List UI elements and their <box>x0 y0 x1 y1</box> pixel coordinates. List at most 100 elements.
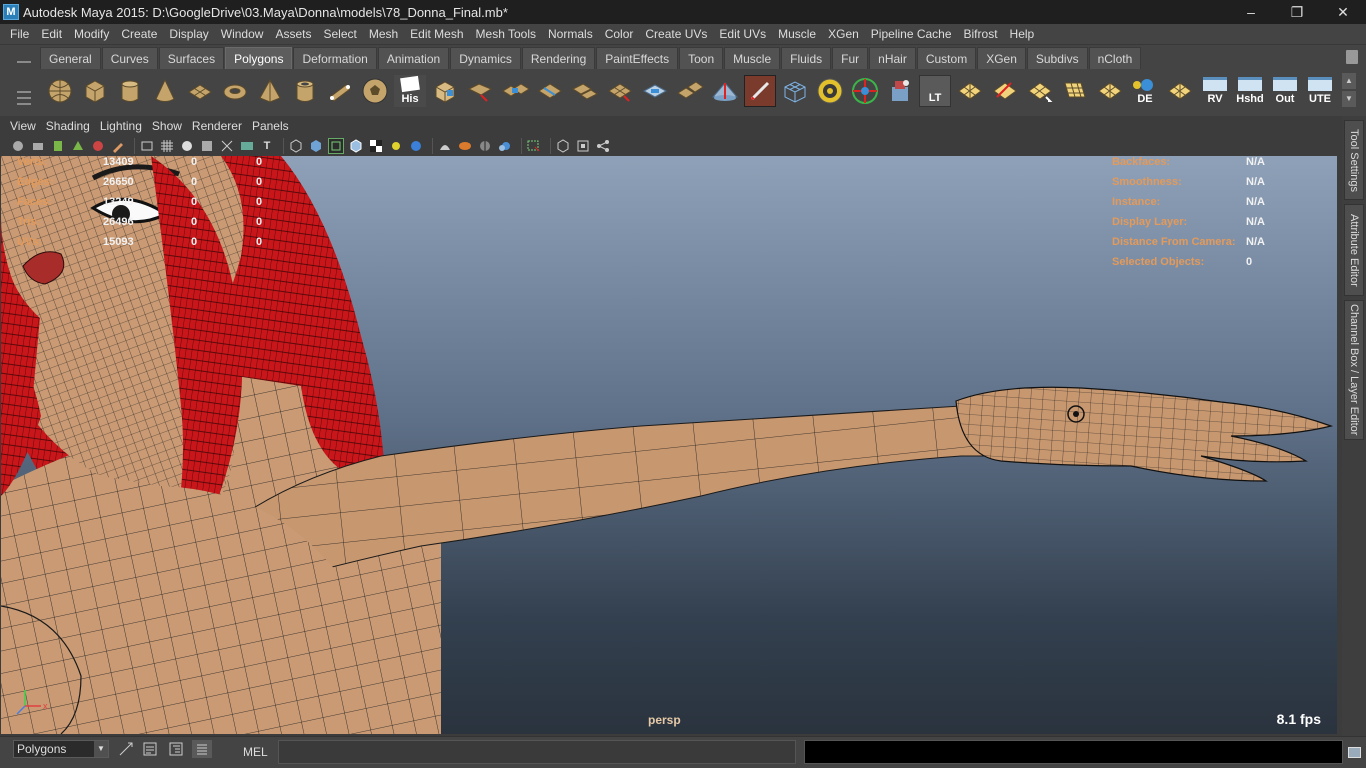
menu-normals[interactable]: Normals <box>542 24 599 44</box>
bridge-icon[interactable] <box>464 75 496 107</box>
poly-sphere-icon[interactable] <box>44 75 76 107</box>
mesh-tool-e-icon[interactable] <box>1094 75 1126 107</box>
cube-textured-icon[interactable] <box>348 138 364 154</box>
shelf-scroll[interactable]: ▲ ▼ <box>1342 73 1356 107</box>
shelf-tab-toon[interactable]: Toon <box>679 47 724 69</box>
lights-icon[interactable] <box>388 138 404 154</box>
mesh-tool-c-icon[interactable] <box>1024 75 1056 107</box>
3d-viewport[interactable]: Verts: 13409 0 0 Edges: 26650 0 0 Faces:… <box>1 156 1337 734</box>
mesh-tool-f-icon[interactable] <box>1164 75 1196 107</box>
smooth-shade-icon[interactable] <box>179 138 195 154</box>
extrude-icon[interactable] <box>429 75 461 107</box>
close-icon[interactable]: ✕ <box>1320 0 1366 24</box>
shelf-tab-surfaces[interactable]: Surfaces <box>158 47 225 69</box>
cube-shaded-icon[interactable] <box>308 138 324 154</box>
ute-icon[interactable]: UTE <box>1304 75 1336 107</box>
restore-icon[interactable]: ❐ <box>1274 0 1320 24</box>
minimize-icon[interactable]: – <box>1228 0 1274 24</box>
soccer-ball-icon[interactable] <box>359 75 391 107</box>
trash-icon[interactable] <box>1346 50 1358 64</box>
help-line-icon[interactable] <box>1348 747 1361 758</box>
de-icon[interactable]: DE <box>1129 75 1161 107</box>
camera-attributes-icon[interactable] <box>30 138 46 154</box>
menu-assets[interactable]: Assets <box>269 24 317 44</box>
poly-pyramid-icon[interactable] <box>254 75 286 107</box>
wireframe-icon[interactable] <box>139 138 155 154</box>
insert-edge-loop-icon[interactable] <box>534 75 566 107</box>
poly-cylinder-icon[interactable] <box>114 75 146 107</box>
menu-select[interactable]: Select <box>317 24 362 44</box>
shelf-tab-polygons[interactable]: Polygons <box>225 47 293 69</box>
scroll-down-icon[interactable]: ▼ <box>1342 91 1356 107</box>
menu-set-select[interactable]: Polygons ▼ <box>13 740 109 758</box>
mesh-tool-a-icon[interactable] <box>954 75 986 107</box>
poly-plane-icon[interactable] <box>184 75 216 107</box>
combine-icon[interactable] <box>639 75 671 107</box>
menu-mesh[interactable]: Mesh <box>363 24 404 44</box>
menu-window[interactable]: Window <box>215 24 270 44</box>
shelf-tab-muscle[interactable]: Muscle <box>724 47 781 69</box>
shelf-tab-general[interactable]: General <box>40 47 101 69</box>
panel-menu-renderer[interactable]: Renderer <box>187 116 247 136</box>
shelf-grip-icon[interactable] <box>13 51 35 111</box>
menu-bifrost[interactable]: Bifrost <box>958 24 1004 44</box>
shelf-tab-custom[interactable]: Custom <box>916 47 977 69</box>
depth-of-field-icon[interactable] <box>497 138 513 154</box>
menu-mesh-tools[interactable]: Mesh Tools <box>470 24 542 44</box>
tab-attribute-editor[interactable]: Attribute Editor <box>1344 204 1364 296</box>
menu-help[interactable]: Help <box>1004 24 1041 44</box>
shelf-tab-deformation[interactable]: Deformation <box>293 47 377 69</box>
gate-mask-icon[interactable] <box>575 138 591 154</box>
camera-select-icon[interactable] <box>10 138 26 154</box>
resolution-gate-icon[interactable] <box>555 138 571 154</box>
poly-torus-icon[interactable] <box>219 75 251 107</box>
shelf-tab-curves[interactable]: Curves <box>101 47 158 69</box>
menu-edit-mesh[interactable]: Edit Mesh <box>404 24 469 44</box>
menu-create-uvs[interactable]: Create UVs <box>639 24 713 44</box>
select-camera-icon[interactable] <box>526 138 542 154</box>
bookmarks-icon[interactable] <box>50 138 66 154</box>
panel-menu-show[interactable]: Show <box>147 116 187 136</box>
command-input[interactable] <box>278 740 796 764</box>
smooth-icon[interactable] <box>744 75 776 107</box>
menu-create[interactable]: Create <box>115 24 163 44</box>
mesh-tool-b-icon[interactable] <box>989 75 1021 107</box>
separate-icon[interactable] <box>674 75 706 107</box>
textured-icon[interactable] <box>239 138 255 154</box>
shelf-tab-painteffects[interactable]: PaintEffects <box>596 47 679 69</box>
shelf-tab-xgen[interactable]: XGen <box>977 47 1026 69</box>
menu-color[interactable]: Color <box>599 24 640 44</box>
panel-menu-shading[interactable]: Shading <box>41 116 95 136</box>
ambient-occlusion-icon[interactable] <box>457 138 473 154</box>
shelf-tab-ncloth[interactable]: nCloth <box>1088 47 1142 69</box>
panel-menu-lighting[interactable]: Lighting <box>95 116 147 136</box>
split-polygon-icon[interactable] <box>569 75 601 107</box>
outliner-icon[interactable] <box>166 740 186 758</box>
rv-icon[interactable]: RV <box>1199 75 1231 107</box>
transfer-icon[interactable]: LT <box>919 75 951 107</box>
uv-snapshot-icon[interactable] <box>849 75 881 107</box>
menu-edit-uvs[interactable]: Edit UVs <box>713 24 772 44</box>
wireframe-on-shaded-icon[interactable] <box>219 138 235 154</box>
panel-menu-view[interactable]: View <box>5 116 41 136</box>
two-d-pan-icon[interactable] <box>90 138 106 154</box>
script-editor-icon[interactable] <box>140 740 160 758</box>
tab-tool-settings[interactable]: Tool Settings <box>1344 120 1364 200</box>
shelf-tab-nhair[interactable]: nHair <box>869 47 916 69</box>
checker-icon[interactable] <box>368 138 384 154</box>
menu-xgen[interactable]: XGen <box>822 24 865 44</box>
shelf-tab-rendering[interactable]: Rendering <box>521 47 596 69</box>
cube-wire-icon[interactable] <box>288 138 304 154</box>
chevron-down-icon[interactable]: ▼ <box>94 741 108 757</box>
grid-icon[interactable] <box>159 138 175 154</box>
menu-muscle[interactable]: Muscle <box>772 24 822 44</box>
shelf-tab-dynamics[interactable]: Dynamics <box>450 47 521 69</box>
shelf-tab-fur[interactable]: Fur <box>832 47 869 69</box>
wireframe-cage-icon[interactable] <box>814 75 846 107</box>
grease-pencil-icon[interactable] <box>110 138 126 154</box>
maya-app-icon[interactable]: M <box>3 4 19 20</box>
snap-icon[interactable] <box>116 740 136 758</box>
flat-shade-icon[interactable] <box>199 138 215 154</box>
text-icon[interactable]: T <box>259 138 275 154</box>
xray-icon[interactable] <box>437 138 453 154</box>
